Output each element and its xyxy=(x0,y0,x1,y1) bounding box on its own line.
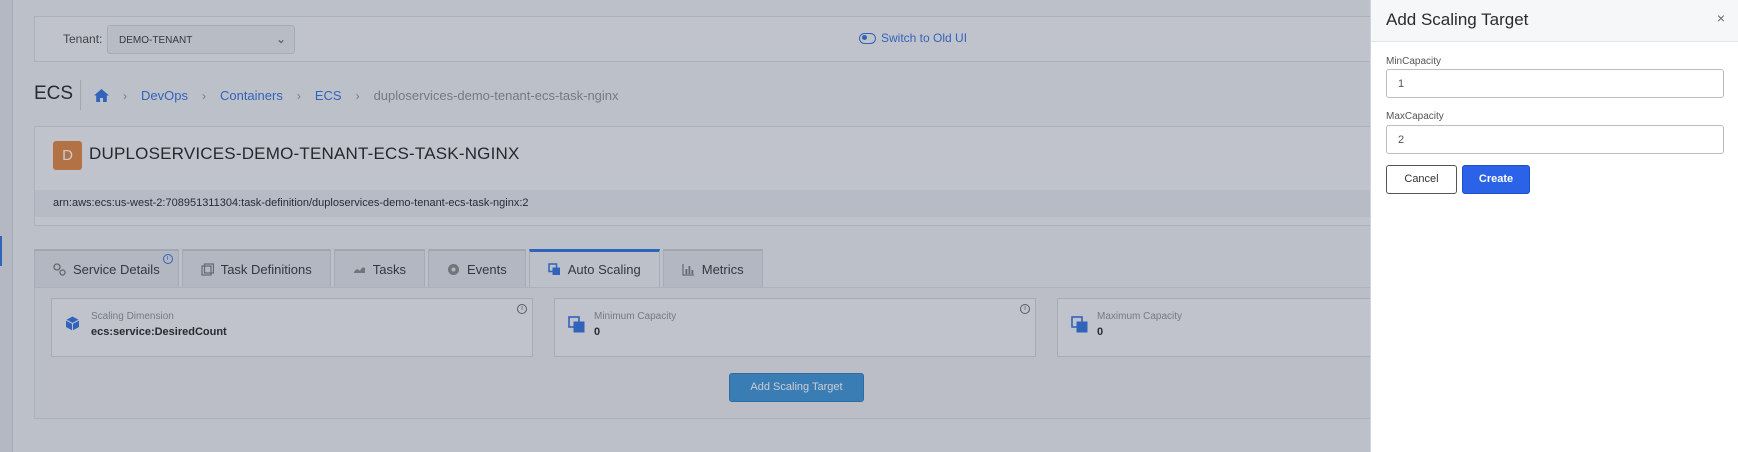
max-capacity-label: MaxCapacity xyxy=(1386,111,1444,122)
modal-backdrop[interactable] xyxy=(0,0,1370,452)
close-icon[interactable]: × xyxy=(1717,10,1725,26)
create-button[interactable]: Create xyxy=(1462,165,1530,194)
drawer-header: Add Scaling Target × xyxy=(1371,0,1738,42)
min-capacity-input[interactable] xyxy=(1386,69,1724,98)
min-capacity-label: MinCapacity xyxy=(1386,56,1442,67)
add-scaling-target-drawer: Add Scaling Target × MinCapacity MaxCapa… xyxy=(1370,0,1738,452)
max-capacity-input[interactable] xyxy=(1386,125,1724,154)
drawer-title: Add Scaling Target xyxy=(1386,10,1529,29)
cancel-button[interactable]: Cancel xyxy=(1386,165,1457,194)
